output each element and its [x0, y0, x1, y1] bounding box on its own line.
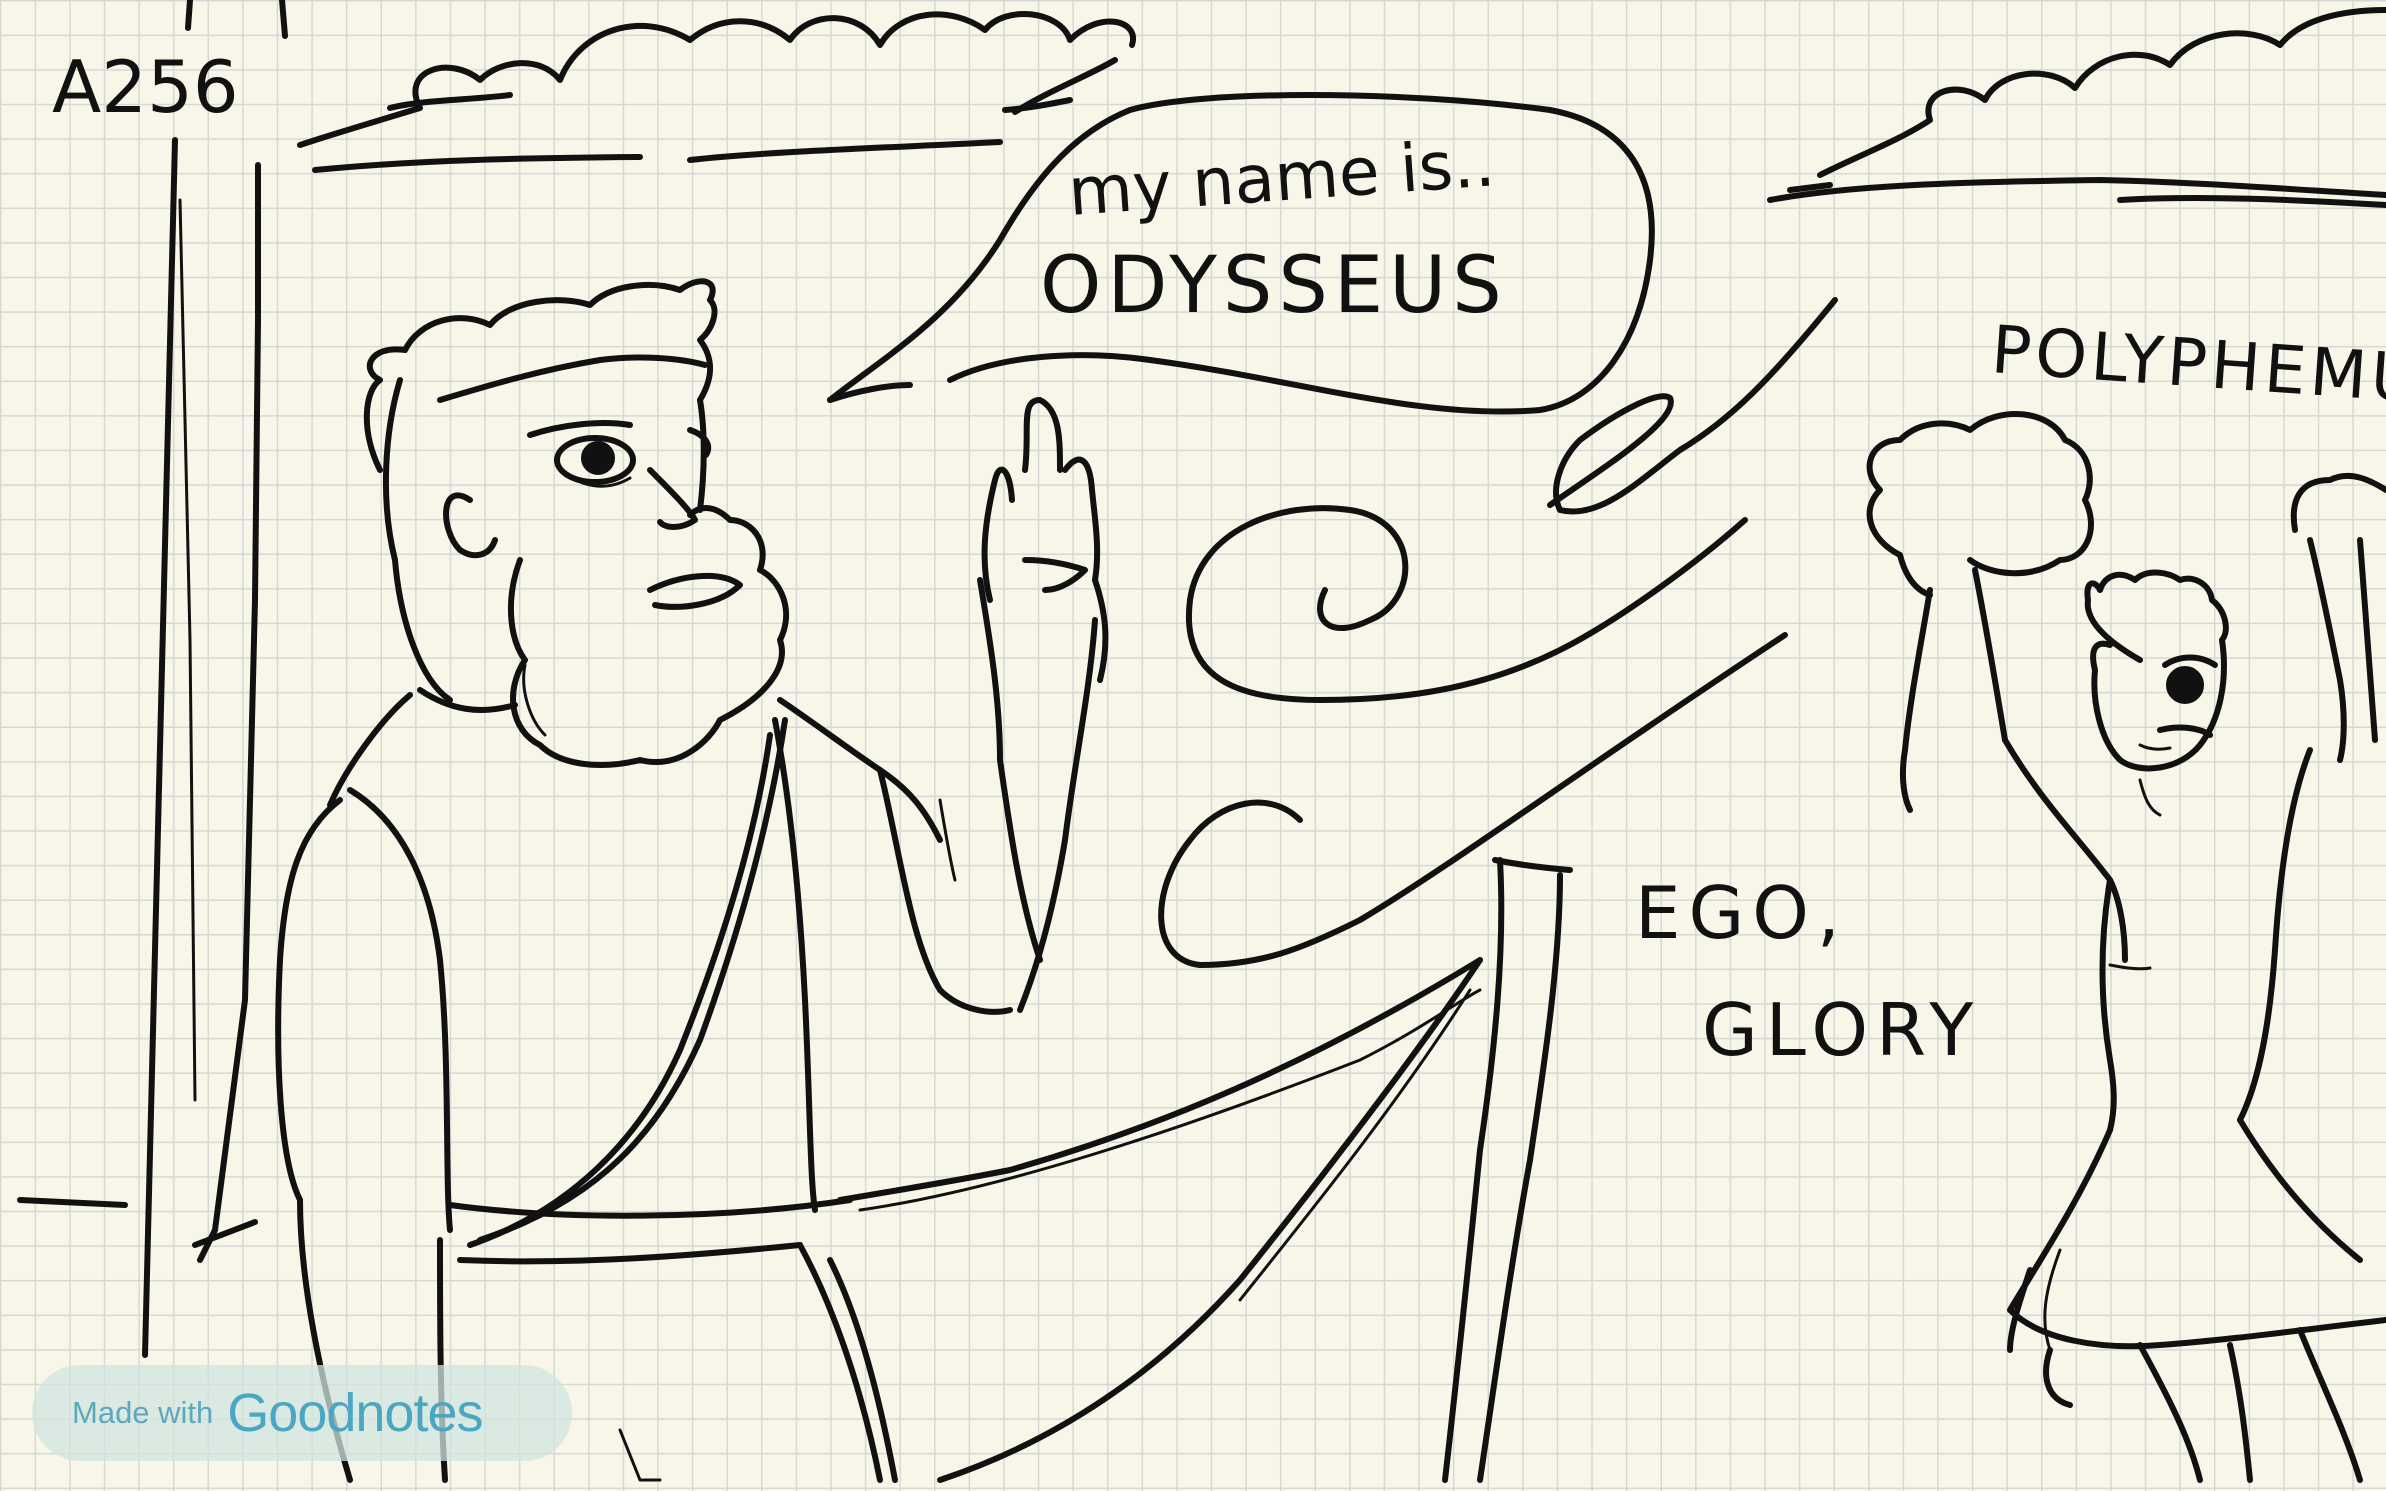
speech-text-line1: my name is.. [1066, 124, 1498, 231]
page-label: A256 [52, 45, 239, 129]
caption-line1: EGO, [1635, 871, 1848, 955]
polyphemus-label: POLYPHEMUS [1989, 311, 2386, 421]
polyphemus-figure [1866, 411, 2386, 1483]
cloud-left-drawing [297, 11, 1136, 173]
odysseus-figure [275, 278, 1109, 1483]
speech-text-line2: ODYSSEUS [1040, 241, 1508, 331]
watermark-brand: Goodnotes [227, 1383, 483, 1443]
cloud-right-drawing [1767, 7, 2386, 208]
drawing-canvas[interactable]: A256 my name is.. ODYSSEUS EGO, GLORY PO… [0, 0, 2386, 1491]
sketch-illustration: A256 my name is.. ODYSSEUS EGO, GLORY PO… [17, 0, 2386, 1483]
caption-line2: GLORY [1702, 988, 1981, 1072]
boat-drawing [837, 857, 1573, 1483]
goodnotes-watermark: Made with Goodnotes [32, 1365, 572, 1461]
pillar-drawing [17, 0, 288, 1358]
watermark-prefix: Made with [72, 1395, 214, 1430]
